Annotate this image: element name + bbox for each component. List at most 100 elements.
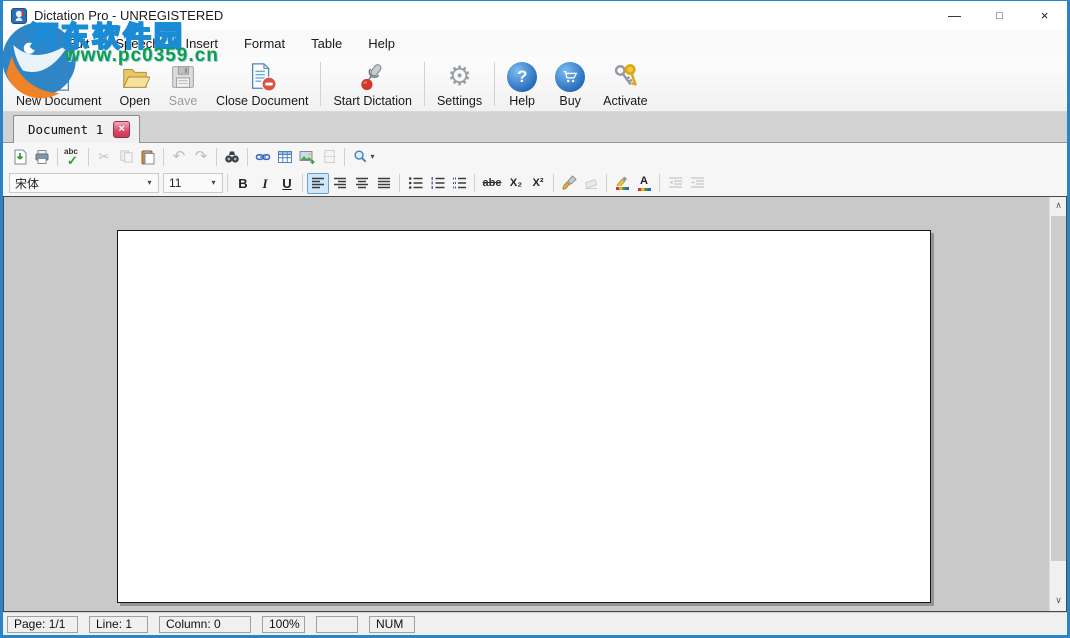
- bullet-list-button[interactable]: [404, 173, 426, 194]
- separator: [344, 148, 345, 166]
- settings-button[interactable]: ⚙ Settings: [428, 59, 491, 110]
- chevron-down-icon[interactable]: ▾: [141, 174, 158, 192]
- status-page: Page: 1/1: [7, 616, 78, 633]
- print-button[interactable]: [31, 146, 53, 167]
- justify-button[interactable]: [373, 173, 395, 194]
- activate-button[interactable]: Activate: [594, 59, 656, 110]
- window-controls: — □ ×: [932, 1, 1067, 30]
- maximize-icon: □: [996, 10, 1003, 22]
- menu-table[interactable]: Table: [298, 32, 355, 55]
- scroll-down-button[interactable]: ∨: [1050, 592, 1067, 609]
- link-icon: [255, 149, 271, 165]
- format-painter-button[interactable]: [558, 173, 580, 194]
- app-window: Dictation Pro - UNREGISTERED — □ × File …: [0, 0, 1070, 638]
- table-icon: [277, 149, 293, 165]
- new-document-icon: [44, 61, 74, 93]
- start-dictation-label: Start Dictation: [333, 94, 412, 108]
- hyperlink-button[interactable]: [252, 146, 274, 167]
- format-toolbar: 宋体 ▾ 11 ▾ B I U: [3, 170, 1067, 196]
- save-as-button[interactable]: [9, 146, 31, 167]
- menu-insert[interactable]: Insert: [172, 32, 231, 55]
- bullet-list-icon: [408, 176, 423, 190]
- font-color-button[interactable]: A: [633, 173, 655, 194]
- status-column: Column: 0: [159, 616, 251, 633]
- maximize-button[interactable]: □: [977, 1, 1022, 30]
- separator: [494, 62, 495, 106]
- close-button[interactable]: ×: [1022, 1, 1067, 30]
- font-color-bar: [638, 188, 651, 191]
- help-button[interactable]: ? Help: [498, 59, 546, 110]
- menu-help[interactable]: Help: [355, 32, 408, 55]
- print-icon: [34, 149, 50, 165]
- multilevel-list-button[interactable]: [448, 173, 470, 194]
- scrollbar-thumb[interactable]: [1051, 216, 1066, 561]
- align-left-button[interactable]: [307, 173, 329, 194]
- chevron-down-icon[interactable]: ▾: [205, 174, 222, 192]
- status-zoom: 100%: [262, 616, 305, 633]
- close-document-button[interactable]: Close Document: [207, 59, 317, 110]
- highlight-color-button[interactable]: [611, 173, 633, 194]
- edit-toolbar: abc ✓ ✂ ↶ ↷: [3, 143, 1067, 170]
- bold-icon: B: [238, 177, 247, 190]
- menubar: File Edit Speech Insert Format Table Hel…: [3, 30, 1067, 57]
- superscript-button[interactable]: X²: [527, 173, 549, 194]
- separator: [659, 174, 660, 192]
- font-size-select[interactable]: 11 ▾: [163, 173, 223, 193]
- app-icon[interactable]: [11, 8, 27, 24]
- tab-close-icon: ×: [119, 124, 125, 135]
- start-dictation-button[interactable]: Start Dictation: [324, 59, 421, 110]
- chevron-down-icon: ▾: [370, 153, 374, 161]
- activate-label: Activate: [603, 94, 647, 108]
- menu-file[interactable]: File: [7, 32, 54, 55]
- new-document-button[interactable]: New Document: [7, 59, 110, 110]
- menu-format[interactable]: Format: [231, 32, 298, 55]
- subscript-button[interactable]: X₂: [505, 173, 527, 194]
- numbered-list-button[interactable]: [426, 173, 448, 194]
- document-area: ∧ ∨: [3, 196, 1067, 612]
- spellcheck-icon: abc ✓: [63, 148, 83, 166]
- chevron-down-icon: ∨: [1055, 595, 1062, 606]
- close-document-icon: [247, 61, 277, 93]
- italic-button[interactable]: I: [254, 173, 276, 194]
- open-folder-icon: [120, 61, 150, 93]
- align-center-button[interactable]: [351, 173, 373, 194]
- align-right-button[interactable]: [329, 173, 351, 194]
- scroll-up-button[interactable]: ∧: [1050, 197, 1067, 214]
- font-name-value: 宋体: [10, 175, 141, 192]
- vertical-scrollbar[interactable]: ∧ ∨: [1049, 197, 1066, 611]
- insert-table-button[interactable]: [274, 146, 296, 167]
- font-name-select[interactable]: 宋体 ▾: [9, 173, 159, 193]
- undo-icon: ↶: [173, 149, 186, 164]
- titlebar[interactable]: Dictation Pro - UNREGISTERED — □ ×: [3, 1, 1067, 30]
- shopping-cart-icon: [555, 61, 585, 93]
- new-document-label: New Document: [16, 94, 101, 108]
- eraser-icon: [583, 175, 599, 191]
- decrease-indent-icon: [668, 176, 683, 190]
- font-size-value: 11: [164, 176, 205, 190]
- image-icon: [299, 149, 315, 165]
- open-button[interactable]: Open: [110, 59, 159, 110]
- save-button: Save: [159, 59, 207, 110]
- numbered-list-icon: [430, 176, 445, 190]
- insert-image-button[interactable]: [296, 146, 318, 167]
- underline-button[interactable]: U: [276, 173, 298, 194]
- find-button[interactable]: [221, 146, 243, 167]
- statusbar: Page: 1/1 Line: 1 Column: 0 100% NUM: [3, 612, 1067, 635]
- separator: [227, 174, 228, 192]
- separator: [302, 174, 303, 192]
- tab-close-button[interactable]: ×: [113, 121, 130, 138]
- paste-icon: [140, 149, 156, 165]
- strikethrough-button[interactable]: abe: [479, 173, 505, 194]
- bold-button[interactable]: B: [232, 173, 254, 194]
- document-page[interactable]: [117, 230, 931, 603]
- zoom-button[interactable]: ▾: [349, 146, 379, 167]
- spellcheck-button[interactable]: abc ✓: [62, 146, 84, 167]
- paste-button[interactable]: [137, 146, 159, 167]
- tab-document-1[interactable]: Document 1 ×: [13, 115, 140, 143]
- align-right-icon: [333, 176, 347, 190]
- underline-icon: U: [282, 177, 291, 190]
- menu-speech[interactable]: Speech: [102, 32, 172, 55]
- minimize-button[interactable]: —: [932, 1, 977, 30]
- buy-button[interactable]: Buy: [546, 59, 594, 110]
- menu-edit[interactable]: Edit: [54, 32, 102, 55]
